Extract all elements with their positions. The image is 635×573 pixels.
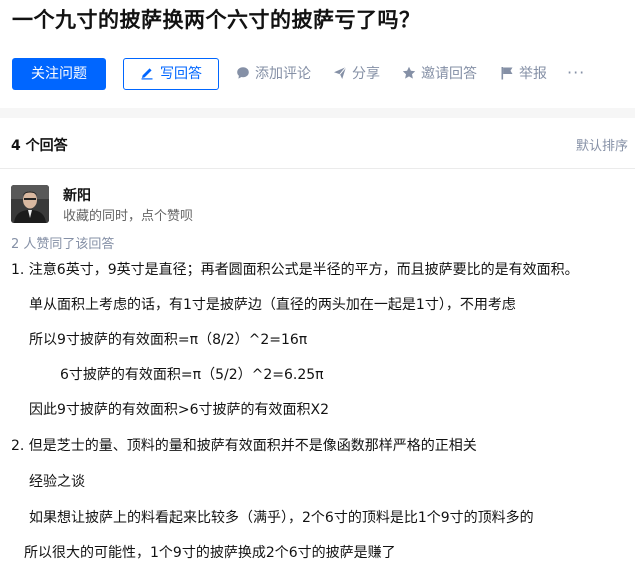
answers-panel: 4 个回答 默认排序 新阳 收藏的同时，点个赞呗 2 人赞同了该回答 1. 注意… (0, 118, 635, 573)
answer-line: 所以很大的可能性，1个9寸的披萨换成2个6寸的披萨是赚了 (24, 545, 396, 561)
write-answer-label: 写回答 (160, 66, 202, 82)
answer-line: 2. 但是芝士的量、顶料的量和披萨有效面积并不是像函数那样严格的正相关 (11, 438, 477, 454)
invite-answer-label: 邀请回答 (421, 66, 477, 82)
flag-icon (501, 67, 513, 80)
star-icon (402, 66, 416, 79)
answer-count: 4 个回答 (11, 138, 68, 154)
write-answer-button[interactable]: 写回答 (123, 58, 219, 90)
answer-line: 所以9寸披萨的有效面积=π（8/2）^2=16π (29, 332, 308, 348)
answer-line: 1. 注意6英寸，9英寸是直径；再者圆面积公式是半径的平方，而且披萨要比的是有效… (11, 262, 579, 278)
sort-selector[interactable]: 默认排序 (576, 135, 628, 154)
question-header: 一个九寸的披萨换两个六寸的披萨亏了吗？ 关注问题 写回答 添加评论 分享 邀请回… (0, 0, 635, 108)
add-comment-label: 添加评论 (255, 66, 311, 82)
answer-line: 因此9寸披萨的有效面积>6寸披萨的有效面积X2 (29, 402, 330, 418)
author-name[interactable]: 新阳 (63, 185, 91, 205)
share-label: 分享 (352, 66, 380, 82)
answer-line: 经验之谈 (29, 474, 85, 490)
more-icon[interactable]: ··· (567, 58, 585, 90)
share-icon (334, 66, 347, 79)
report-label: 举报 (519, 66, 547, 82)
divider (0, 168, 635, 169)
invite-answer-button[interactable]: 邀请回答 (402, 58, 477, 90)
answer-line: 单从面积上考虑的话，有1寸是披萨边（直径的两头加在一起是1寸），不用考虑 (29, 297, 516, 313)
answer-line: 6寸披萨的有效面积=π（5/2）^2=6.25π (60, 367, 324, 383)
follow-question-button[interactable]: 关注问题 (12, 58, 106, 90)
share-button[interactable]: 分享 (333, 58, 380, 90)
avatar[interactable] (11, 185, 49, 223)
report-button[interactable]: 举报 (500, 58, 547, 90)
add-comment-button[interactable]: 添加评论 (236, 58, 311, 90)
question-title: 一个九寸的披萨换两个六寸的披萨亏了吗？ (12, 8, 421, 32)
pencil-icon (141, 68, 153, 80)
vote-count: 2 人赞同了该回答 (11, 237, 115, 252)
author-bio: 收藏的同时，点个赞呗 (63, 209, 194, 224)
answer-line: 如果想让披萨上的料看起来比较多（满乎），2个6寸的顶料是比1个9寸的顶料多的 (29, 510, 534, 526)
comment-icon (237, 67, 249, 79)
